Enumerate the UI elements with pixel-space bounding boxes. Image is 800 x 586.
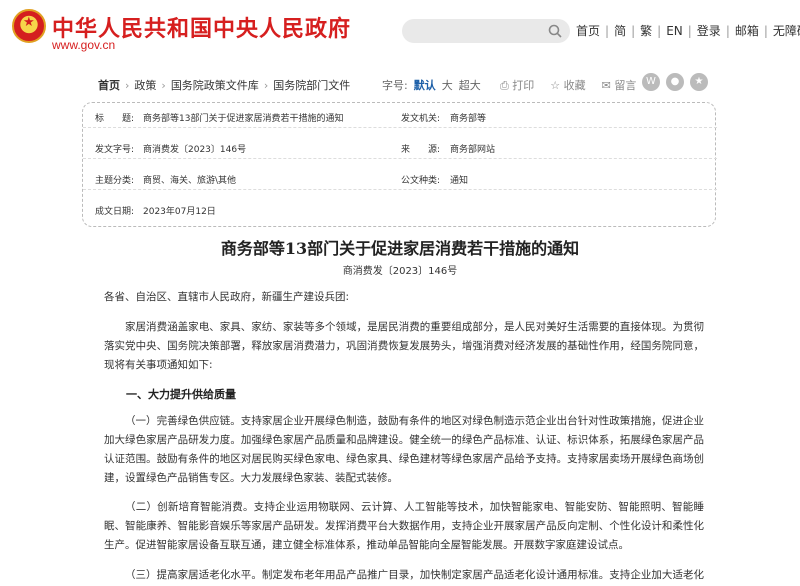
breadcrumb-home[interactable]: 首页	[98, 79, 120, 92]
meta-row: 主题分类: 商贸、海关、旅游\其他 公文种类: 通知	[83, 165, 717, 190]
search-input[interactable]	[412, 22, 542, 40]
font-size-label: 字号:	[382, 79, 408, 92]
meta-row: 标 题: 商务部等13部门关于促进家居消费若干措施的通知 发文机关: 商务部等	[83, 103, 717, 128]
meta-value: 商贸、海关、旅游\其他	[143, 176, 237, 186]
comment-button[interactable]: ✉ 留言	[602, 79, 645, 92]
search-box[interactable]	[402, 19, 570, 43]
meta-key: 公文种类:	[401, 176, 441, 186]
breadcrumb-library[interactable]: 国务院政策文件库	[171, 79, 259, 92]
breadcrumb-dept-docs[interactable]: 国务院部门文件	[273, 79, 350, 92]
meta-row: 发文字号: 商消费发〔2023〕146号 来 源: 商务部网站	[83, 134, 717, 159]
more-share-icon[interactable]: ★	[690, 73, 708, 91]
meta-key: 标 题:	[95, 114, 135, 124]
comment-label: 留言	[614, 79, 637, 92]
print-button[interactable]: ⎙ 打印	[500, 79, 542, 92]
breadcrumb-bar: 首页 › 政策 › 国务院政策文件库 › 国务院部门文件 字号: 默认大超大 ⎙ 打印 ☆ 收藏…	[82, 73, 716, 95]
meta-row: 成文日期: 2023年07月12日	[83, 196, 717, 221]
meta-key: 发文字号:	[95, 145, 135, 155]
page-tools: ⎙ 打印 ☆ 收藏 ✉ 留言	[500, 77, 652, 93]
nav-accessibility[interactable]: 无障碍	[773, 24, 800, 38]
breadcrumb-policy[interactable]: 政策	[134, 79, 156, 92]
weibo-icon[interactable]: W	[642, 73, 660, 91]
meta-key: 成文日期:	[95, 207, 135, 217]
favorite-label: 收藏	[563, 79, 586, 92]
body-paragraph: （二）创新培育智能消费。支持企业运用物联网、云计算、人工智能等技术，加快智能家电…	[104, 501, 704, 551]
nav-home[interactable]: 首页	[576, 24, 600, 38]
meta-key: 来 源:	[401, 145, 441, 155]
nav-simplified[interactable]: 简	[614, 24, 626, 38]
breadcrumb: 首页 › 政策 › 国务院政策文件库 › 国务院部门文件	[98, 79, 351, 92]
top-nav: 首页|简|繁|EN|登录|邮箱|无障碍	[576, 22, 800, 39]
meta-value: 商务部等13部门关于促进家居消费若干措施的通知	[143, 114, 344, 124]
search-icon[interactable]	[548, 24, 562, 38]
intro-paragraph: 家居消费涵盖家电、家具、家纺、家装等多个领域，是居民消费的重要组成部分，是人民对…	[104, 321, 704, 371]
meta-value: 商务部网站	[450, 145, 496, 155]
meta-value: 通知	[450, 176, 469, 186]
nav-login[interactable]: 登录	[697, 24, 721, 38]
national-emblem-icon[interactable]	[12, 9, 46, 43]
section-heading: 一、大力提升供给质量	[126, 388, 236, 401]
meta-key: 发文机关:	[401, 114, 441, 124]
body-paragraph: （一）完善绿色供应链。支持家居企业开展绿色制造，鼓励有条件的地区对绿色制造示范企…	[104, 415, 704, 484]
nav-english[interactable]: EN	[666, 24, 683, 38]
body-paragraph: （三）提高家居适老化水平。制定发布老年用品产品推广目录，加快制定家居产品适老化设…	[125, 569, 704, 581]
meta-key: 主题分类:	[95, 176, 135, 186]
document-title: 商务部等13部门关于促进家居消费若干措施的通知	[220, 239, 580, 258]
favorite-button[interactable]: ☆ 收藏	[550, 79, 593, 92]
document-metadata: 标 题: 商务部等13部门关于促进家居消费若干措施的通知 发文机关: 商务部等 …	[82, 102, 717, 227]
font-size-tools: 字号: 默认大超大	[382, 77, 487, 93]
nav-traditional[interactable]: 繁	[640, 24, 652, 38]
site-domain: www.gov.cn	[52, 38, 116, 52]
meta-value: 商务部等	[450, 114, 487, 124]
print-label: 打印	[512, 79, 535, 92]
document-number: 商消费发〔2023〕146号	[342, 266, 458, 277]
wechat-icon[interactable]: ●	[666, 73, 684, 91]
font-size-xlarge[interactable]: 超大	[459, 79, 481, 92]
salutation: 各省、自治区、直辖市人民政府，新疆生产建设兵团:	[104, 291, 350, 303]
font-size-large[interactable]: 大	[442, 79, 453, 92]
font-size-default[interactable]: 默认	[414, 79, 436, 92]
site-header: 中华人民共和国中央人民政府 www.gov.cn 首页|简|繁|EN|登录|邮箱…	[0, 0, 800, 62]
nav-mail[interactable]: 邮箱	[735, 24, 759, 38]
meta-value: 2023年07月12日	[143, 207, 216, 217]
meta-value: 商消费发〔2023〕146号	[143, 145, 247, 155]
